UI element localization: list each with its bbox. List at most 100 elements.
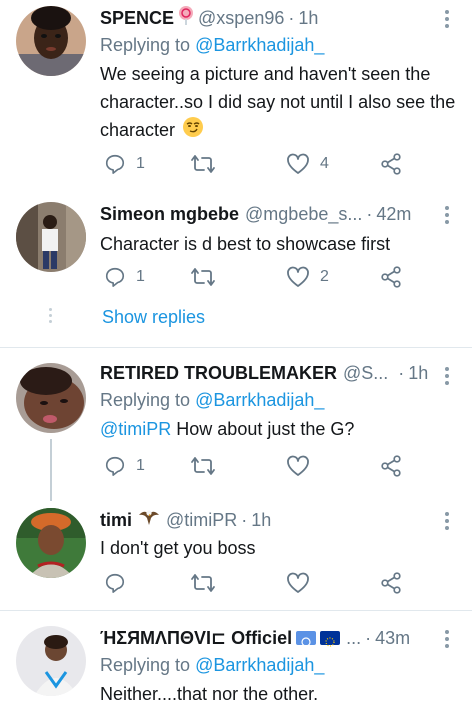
like-count: 4: [320, 155, 329, 172]
un-flag-icon: [296, 631, 317, 647]
handle[interactable]: ...: [346, 626, 361, 650]
retweet-button[interactable]: [190, 570, 216, 596]
share-button[interactable]: [381, 264, 403, 290]
timestamp[interactable]: 42m: [376, 202, 411, 226]
display-name[interactable]: ΉΣЯMΛПΘVI⊏ Officiel: [100, 626, 292, 650]
avatar[interactable]: [16, 363, 86, 433]
avatar[interactable]: [16, 626, 86, 696]
more-options-icon[interactable]: [444, 367, 450, 387]
like-button[interactable]: [286, 453, 310, 479]
reply-count: 1: [136, 268, 145, 285]
reply-button[interactable]: 1: [104, 151, 145, 177]
heart-icon: [287, 266, 309, 287]
handle[interactable]: @timiPR: [166, 508, 237, 532]
tweet-text: @timiPR How about just the G?: [100, 415, 458, 443]
reply-button[interactable]: [104, 570, 126, 596]
like-count: 2: [320, 268, 329, 285]
separator-dot: ·: [241, 510, 248, 530]
separator-dot: ·: [366, 204, 373, 224]
share-icon: [381, 572, 401, 594]
share-icon: [381, 266, 401, 288]
tweet-header: Simeon mgbebe @mgbebe_s... · 42m: [100, 202, 458, 226]
reply-icon: [105, 573, 125, 593]
share-icon: [381, 455, 401, 477]
handle[interactable]: @xspen96: [198, 6, 284, 30]
tweet-header: RETIRED TROUBLEMAKER @S... · 1h: [100, 361, 458, 385]
display-name[interactable]: timi: [100, 508, 132, 532]
reply-button[interactable]: 1: [104, 264, 145, 290]
share-button[interactable]: [381, 453, 403, 479]
like-button[interactable]: [286, 570, 310, 596]
heart-icon: [287, 153, 309, 174]
thread-connector: [49, 308, 53, 326]
replying-to: Replying to @Barrkhadijah_: [100, 32, 458, 58]
more-options-icon[interactable]: [444, 206, 450, 226]
separator-dot: ·: [288, 8, 295, 28]
replying-to-mention[interactable]: @Barrkhadijah_: [195, 390, 324, 410]
reply-count: 1: [136, 155, 145, 172]
smirk-emoji: [182, 116, 204, 146]
share-button[interactable]: [381, 570, 403, 596]
separator-dot: ·: [398, 363, 405, 383]
replying-to-mention[interactable]: @Barrkhadijah_: [195, 35, 324, 55]
tweet-actions: [100, 570, 430, 596]
retweet-icon: [191, 268, 215, 286]
tweet-text: We seeing a picture and haven't seen the…: [100, 60, 458, 146]
separator-dot: ·: [365, 628, 372, 648]
display-name[interactable]: Simeon mgbebe: [100, 202, 239, 226]
retweet-icon: [191, 457, 215, 475]
handle[interactable]: @mgbebe_s...: [245, 202, 362, 226]
retweet-button[interactable]: [190, 453, 216, 479]
replying-to: Replying to @Barrkhadijah_: [100, 652, 458, 678]
retweet-button[interactable]: [190, 151, 216, 177]
display-name[interactable]: RETIRED TROUBLEMAKER: [100, 361, 337, 385]
timestamp[interactable]: 1h: [408, 361, 428, 385]
reply-button[interactable]: 1: [104, 453, 145, 479]
divider: [0, 610, 472, 611]
retweet-icon: [191, 155, 215, 173]
tweet-text-body: We seeing a picture and haven't seen the…: [100, 64, 456, 140]
more-options-icon[interactable]: [444, 630, 450, 650]
like-button[interactable]: 4: [286, 151, 329, 177]
tweet-actions: 1 2: [100, 264, 430, 290]
replying-to-label: Replying to: [100, 390, 196, 410]
retweet-icon: [191, 574, 215, 592]
avatar[interactable]: [16, 202, 86, 272]
tweet-actions: 1 4: [100, 151, 430, 177]
tweet-header: SPENCE @xspen96 · 1h: [100, 6, 458, 30]
timestamp[interactable]: 1h: [251, 508, 271, 532]
tweet-text-body: How about just the G?: [171, 419, 355, 439]
more-options-icon[interactable]: [444, 512, 450, 532]
share-button[interactable]: [381, 151, 403, 177]
reply-icon: [105, 267, 125, 287]
replying-to-label: Replying to: [100, 35, 196, 55]
timestamp[interactable]: 43m: [375, 626, 410, 650]
share-icon: [381, 153, 401, 175]
reply-count: 1: [136, 457, 145, 474]
show-replies-link[interactable]: Show replies: [102, 307, 205, 328]
tweet-text: I don't get you boss: [100, 538, 256, 558]
replying-to-label: Replying to: [100, 655, 196, 675]
display-name[interactable]: SPENCE: [100, 6, 174, 30]
tweet-header: ΉΣЯMΛПΘVI⊏ Officiel ... · 43m: [100, 626, 458, 650]
replying-to-mention[interactable]: @Barrkhadijah_: [195, 655, 324, 675]
tweet-text: Character is d best to showcase first: [100, 234, 391, 254]
retweet-button[interactable]: [190, 264, 216, 290]
reply-icon: [105, 154, 125, 174]
divider: [0, 347, 472, 348]
eagle-icon: [138, 508, 160, 532]
text-mention[interactable]: @timiPR: [100, 419, 171, 439]
avatar[interactable]: [16, 508, 86, 578]
replying-to: Replying to @Barrkhadijah_: [100, 387, 458, 413]
tweet-actions: 1: [100, 453, 430, 479]
eu-flag-icon: [320, 631, 341, 647]
like-button[interactable]: 2: [286, 264, 329, 290]
heart-icon: [287, 572, 309, 593]
avatar[interactable]: [16, 6, 86, 76]
more-options-icon[interactable]: [444, 10, 450, 30]
heart-icon: [287, 455, 309, 476]
handle[interactable]: @S...: [343, 361, 388, 385]
timestamp[interactable]: 1h: [298, 6, 318, 30]
reply-icon: [105, 456, 125, 476]
lollipop-icon: [176, 6, 196, 30]
